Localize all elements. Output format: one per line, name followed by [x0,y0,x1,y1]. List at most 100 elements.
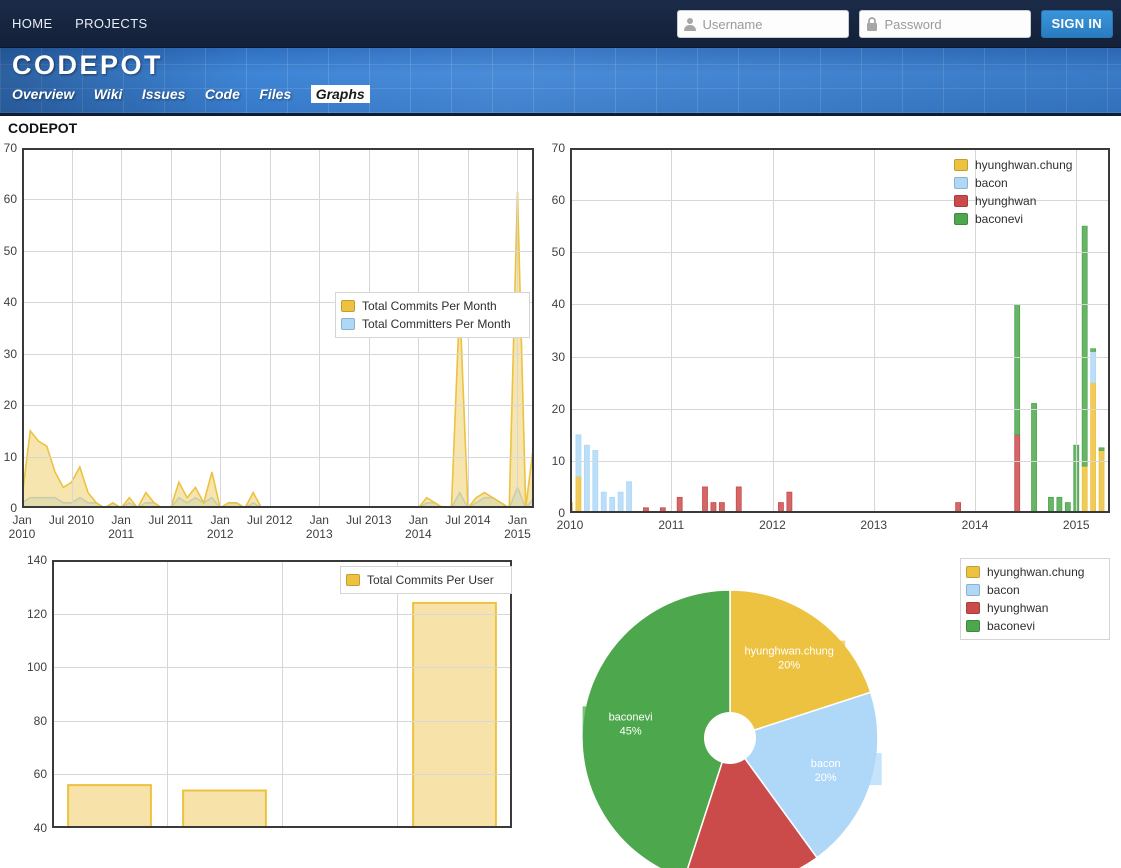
x-axis-tick: Jul 2010 [49,513,94,527]
y-axis-tick: 100 [27,660,47,674]
y-axis-tick: 10 [4,450,17,464]
x-axis-tick: 2013 [860,518,887,532]
gridline [270,148,271,508]
y-axis-tick: 40 [4,295,17,309]
x-axis-tick: Jan 2014 [405,513,432,541]
gridline [397,560,398,828]
project-banner: CODEPOT Overview Wiki Issues Code Files … [0,48,1121,116]
password-field-wrapper[interactable] [859,10,1031,38]
y-axis-tick: 50 [4,244,17,258]
y-axis-tick: 20 [4,398,17,412]
legend-item: hyunghwan [954,192,1089,210]
chart3-legend: Total Commits Per User [340,566,512,594]
legend-swatch [966,566,980,578]
page-title: CODEPOT [8,120,77,136]
x-axis-tick: 2012 [759,518,786,532]
legend-label: hyunghwan [987,601,1048,615]
y-axis-tick: 60 [4,192,17,206]
tab-graphs[interactable]: Graphs [311,85,370,103]
svg-text:bacon: bacon [811,758,841,770]
gridline [570,252,1110,253]
legend-item: bacon [954,174,1089,192]
y-axis-tick: 40 [552,297,565,311]
legend-item: Total Commits Per User [346,571,503,589]
chart3-plot-area: 406080100120140 [52,560,512,828]
chart-commits-share-pie: hyunghwan.chung20%bacon20%baconevi45% hy… [548,552,1121,830]
gridline [72,148,73,508]
legend-swatch [954,213,968,225]
legend-label: Total Commits Per Month [362,299,497,313]
gridline [22,405,534,406]
nav-link-home[interactable]: HOME [12,16,53,31]
legend-label: Total Commits Per User [367,573,494,587]
legend-item: baconevi [966,617,1101,635]
legend-swatch [954,177,968,189]
y-axis-tick: 140 [27,553,47,567]
login-area: SIGN IN [677,10,1114,38]
chart1-legend: Total Commits Per MonthTotal Committers … [335,292,530,338]
user-icon [682,16,698,32]
svg-text:20%: 20% [815,772,837,784]
legend-item: Total Commits Per Month [341,297,521,315]
legend-label: hyunghwan.chung [975,158,1072,172]
chart-total-commits-per-user: 406080100120140 Total Commits Per User [0,552,545,830]
x-axis-tick: 2010 [557,518,584,532]
y-axis-tick: 120 [27,607,47,621]
x-axis-tick: Jan 2012 [207,513,234,541]
y-axis-tick: 40 [34,821,47,835]
legend-swatch [341,318,355,330]
gridline [121,148,122,508]
tab-code[interactable]: Code [205,86,240,102]
legend-swatch [346,574,360,586]
tab-files[interactable]: Files [259,86,291,102]
gridline [773,148,774,513]
y-axis-tick: 50 [552,245,565,259]
gridline [282,560,283,828]
username-field-wrapper[interactable] [677,10,849,38]
y-axis-tick: 70 [4,141,17,155]
gridline [319,148,320,508]
top-navigation-bar: HOME PROJECTS SIGN IN [0,0,1121,48]
x-axis-tick: 2015 [1063,518,1090,532]
gridline [22,457,534,458]
username-input[interactable] [701,12,841,36]
project-tabs: Overview Wiki Issues Code Files Graphs [12,85,380,104]
svg-text:baconevi: baconevi [609,711,653,723]
legend-swatch [954,159,968,171]
x-axis-tick: Jan 2013 [306,513,333,541]
lock-icon [864,16,880,32]
tab-wiki[interactable]: Wiki [94,86,123,102]
tab-overview[interactable]: Overview [12,86,74,102]
x-axis-tick: 2011 [658,518,684,532]
gridline [22,199,534,200]
y-axis-tick: 60 [552,193,565,207]
y-axis-tick: 70 [552,141,565,155]
x-axis-tick: Jul 2014 [445,513,490,527]
chart-commits-per-month: 010203040506070 Jan 2010Jul 2010Jan 2011… [0,140,545,545]
password-input[interactable] [883,12,1023,36]
gridline [22,354,534,355]
legend-swatch [341,300,355,312]
x-axis-tick: Jul 2011 [148,513,192,527]
nav-link-projects[interactable]: PROJECTS [75,16,148,31]
y-axis-tick: 80 [34,714,47,728]
sign-in-button[interactable]: SIGN IN [1041,10,1114,38]
gridline [570,409,1110,410]
tab-issues[interactable]: Issues [142,86,186,102]
legend-label: baconevi [975,212,1023,226]
svg-text:45%: 45% [620,725,642,737]
legend-label: hyunghwan [975,194,1036,208]
brand-logo: CODEPOT [12,50,163,81]
gridline [171,148,172,508]
legend-item: bacon [966,581,1101,599]
legend-label: bacon [975,176,1008,190]
chart-commits-per-user-per-month: 010203040506070 201020112012201320142015… [548,140,1121,545]
gridline [671,148,672,513]
gridline [167,560,168,828]
gridline [874,148,875,513]
gridline [570,304,1110,305]
legend-label: bacon [987,583,1020,597]
x-axis-tick: Jul 2013 [346,513,391,527]
legend-swatch [966,620,980,632]
y-axis-tick: 20 [552,402,565,416]
